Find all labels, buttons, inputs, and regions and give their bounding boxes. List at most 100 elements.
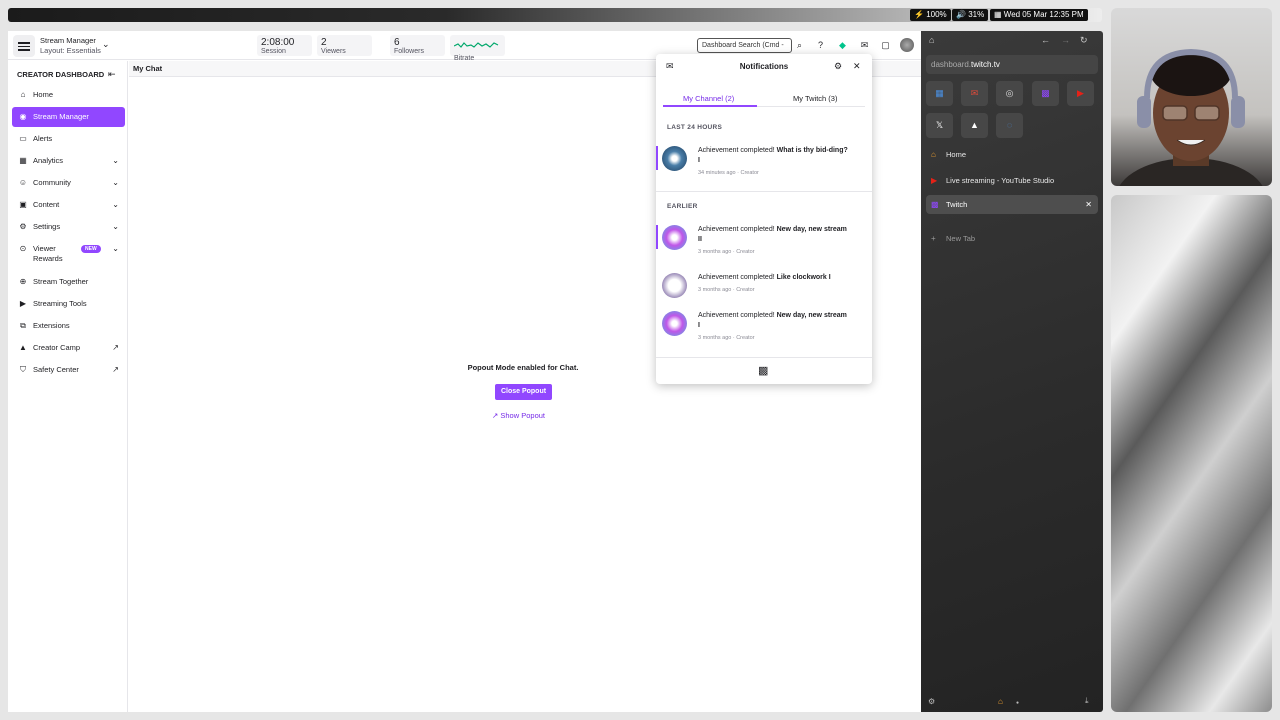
show-popout-label: Show Popout (500, 411, 545, 420)
stat-value: 6 (394, 37, 400, 48)
forward-icon[interactable]: → (1061, 35, 1070, 45)
sidebar-item-analytics[interactable]: ▦ Analytics ⌄ (12, 151, 125, 171)
broadcast-icon: ◉ (19, 112, 27, 121)
youtube-favicon[interactable]: ▶ (1067, 81, 1094, 106)
sidebar-item-community[interactable]: ☺ Community ⌄ (12, 173, 125, 193)
tab-my-channel[interactable]: My Channel (2) (683, 94, 734, 103)
tab-label: Live streaming - YouTube Studio (946, 176, 1055, 185)
stat-bitrate: Bitrate (450, 35, 505, 62)
gmail-favicon[interactable]: ✉ (961, 81, 988, 106)
gear-icon[interactable]: ⚙ (834, 61, 842, 72)
whispers-icon[interactable]: ▢ (879, 39, 892, 52)
sidebar-item-safety-center[interactable]: ⛉ Safety Center ↗ (12, 360, 125, 380)
sidebar-heading: CREATOR DASHBOARD (17, 70, 105, 79)
show-popout-link[interactable]: ↗ Show Popout (492, 411, 545, 420)
tab-active-indicator (663, 105, 757, 107)
close-popout-button[interactable]: Close Popout (495, 384, 552, 400)
notification-item[interactable]: Achievement completed! Like clockwork I … (656, 273, 872, 303)
chat-title: My Chat (133, 64, 163, 73)
tab-home[interactable]: ⌂ Home (926, 145, 1098, 164)
sidebar-item-content[interactable]: ▣ Content ⌄ (12, 195, 125, 215)
tab-my-twitch[interactable]: My Twitch (3) (793, 94, 837, 103)
tab-youtube-studio[interactable]: ▶ Live streaming - YouTube Studio (926, 171, 1098, 190)
layout-selector[interactable]: Stream Manager Layout: Essentials (40, 36, 101, 56)
back-icon[interactable]: ← (1041, 35, 1050, 45)
clock-label: Wed 05 Mar 12:35 PM (1003, 10, 1084, 19)
battery-indicator[interactable]: ⚡ 100% (910, 9, 951, 21)
sidebar-item-stream-manager[interactable]: ◉ Stream Manager (12, 107, 125, 127)
reload-icon[interactable]: ↻ (1080, 35, 1088, 46)
notification-meta: 3 months ago · Creator (698, 249, 755, 255)
space-dot-icon[interactable]: ● (1016, 700, 1019, 706)
url-domain: dashboard. (931, 60, 972, 69)
menu-icon-line (18, 49, 30, 51)
notification-item[interactable]: Achievement completed! What is thy bid-d… (656, 146, 872, 186)
sidebar-item-viewer-rewards[interactable]: ⊙ Viewer Rewards NEW ⌄ (12, 239, 125, 268)
new-tab-button[interactable]: + New Tab (926, 229, 1098, 248)
close-icon[interactable]: ✕ (1085, 195, 1092, 214)
calendar-favicon[interactable]: ▦ (926, 81, 953, 106)
layout-title: Stream Manager (40, 36, 96, 45)
space-home-icon[interactable]: ⌂ (998, 697, 1003, 706)
chat-favicon[interactable]: ◌ (996, 113, 1023, 138)
chevron-down-icon[interactable]: ⌄ (102, 39, 110, 50)
stat-viewers: 2 Viewers (317, 35, 372, 56)
unread-indicator (656, 146, 658, 170)
github-favicon[interactable]: ◎ (996, 81, 1023, 106)
stat-label: Session (261, 48, 286, 55)
sidebar-item-settings[interactable]: ⚙ Settings ⌄ (12, 217, 125, 237)
notification-title: Like clockwork I (776, 274, 831, 281)
twitch-favicon[interactable]: ▩ (1032, 81, 1059, 106)
home-icon: ⌂ (20, 90, 26, 99)
twitch-icon: ▩ (931, 200, 939, 209)
notification-prefix: Achievement completed! (698, 312, 777, 319)
external-link-icon: ↗ (112, 343, 119, 352)
bits-icon[interactable]: ◆ (836, 39, 849, 52)
battery-label: 100% (926, 10, 947, 19)
section-last-24-hours: LAST 24 HOURS (667, 124, 723, 131)
search-icon[interactable]: ⌕ (793, 39, 806, 52)
sidebar-item-label: Analytics (33, 156, 64, 165)
new-badge: NEW (81, 245, 101, 253)
home-icon: ⌂ (931, 150, 936, 159)
settings-icon: ⚙ (19, 222, 27, 231)
avatar[interactable] (900, 38, 914, 52)
sidebar-toggle-icon[interactable]: ⌂ (929, 35, 934, 45)
volume-indicator[interactable]: 🔊 31% (952, 9, 989, 21)
download-icon[interactable]: ⤓ (1085, 696, 1089, 706)
sidebar-item-streaming-tools[interactable]: ▶ Streaming Tools (12, 294, 125, 314)
sidebar-item-label: Safety Center (33, 365, 79, 374)
clock[interactable]: ▦ Wed 05 Mar 12:35 PM (990, 9, 1088, 21)
notification-item[interactable]: Achievement completed! New day, new stre… (656, 311, 872, 351)
sidebar-item-creator-camp[interactable]: ▲ Creator Camp ↗ (12, 338, 125, 358)
help-icon[interactable]: ? (814, 39, 827, 52)
x-favicon[interactable]: 𝕏 (926, 113, 953, 138)
creator-sidebar: CREATOR DASHBOARD ⇤ ⌂ Home ◉ Stream Manage… (8, 61, 128, 712)
inbox-icon[interactable]: ✉ (858, 39, 871, 52)
dashboard-search-input[interactable]: Dashboard Search (Cmd - (697, 38, 792, 53)
menu-icon-line (18, 42, 30, 44)
notification-prefix: Achievement completed! (698, 226, 777, 233)
menu-button[interactable] (13, 35, 35, 57)
stat-session: 2:08:00 Session (257, 35, 312, 56)
tab-label: Home (946, 150, 967, 159)
sidebar-item-home[interactable]: ⌂ Home (12, 85, 125, 105)
vercel-favicon[interactable]: ▲ (961, 113, 988, 138)
sidebar-item-stream-together[interactable]: ⊕ Stream Together (12, 272, 125, 292)
notification-item[interactable]: Achievement completed! New day, new stre… (656, 225, 872, 265)
url-bar[interactable]: dashboard.twitch.tv (926, 55, 1098, 74)
twitch-glitch-icon: ▩ (758, 365, 769, 377)
tab-twitch[interactable]: ▩ Twitch ✕ (926, 195, 1098, 214)
notifications-panel: ✉ Notifications ⚙ ✕ My Channel (2) My Tw… (656, 54, 872, 384)
sidebar-item-alerts[interactable]: ▭ Alerts (12, 129, 125, 149)
sidebar-item-extensions[interactable]: ⧉ Extensions (12, 316, 125, 336)
chevron-down-icon: ⌄ (112, 222, 119, 231)
archive-icon[interactable]: ⚙ (928, 697, 935, 706)
close-icon[interactable]: ✕ (853, 61, 861, 72)
collapse-sidebar-icon[interactable]: ⇤ (108, 69, 116, 80)
sidebar-item-label: Streaming Tools (33, 299, 87, 308)
system-menu-bar: ⚡ 100% 🔊 31% ▦ Wed 05 Mar 12:35 PM (8, 8, 1102, 22)
sidebar-item-label: Viewer Rewards (33, 244, 63, 263)
clock-icon (662, 273, 687, 298)
alerts-icon: ▭ (19, 134, 27, 143)
